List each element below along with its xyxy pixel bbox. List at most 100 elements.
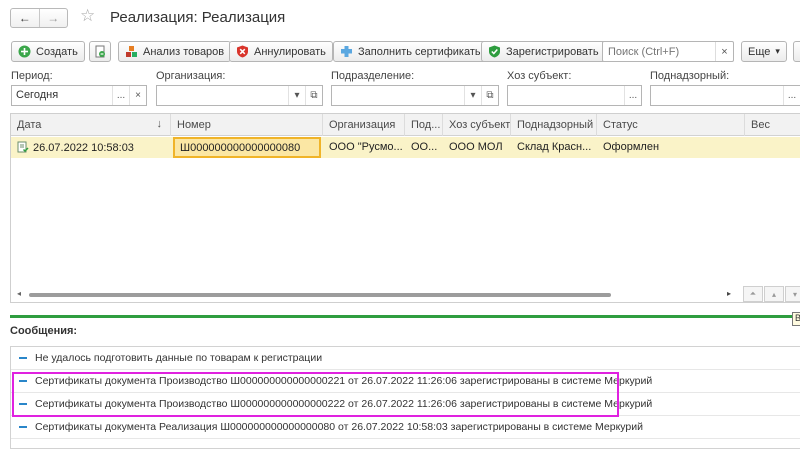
organization-field[interactable]: ▾ ⧉	[156, 85, 323, 106]
copy-document-icon	[94, 45, 107, 58]
period-field[interactable]: Сегодня ... ×	[11, 85, 147, 106]
entity-label: Хоз субъект:	[507, 70, 572, 82]
supervised-value	[651, 86, 783, 105]
annul-button[interactable]: Аннулировать	[229, 41, 333, 62]
message-dash-icon	[19, 403, 27, 405]
register-label: Зарегистрировать	[506, 45, 599, 58]
column-header-organization[interactable]: Организация	[323, 114, 405, 136]
scroll-first-button[interactable]: ⏶	[743, 286, 763, 302]
supervised-label: Поднадзорный:	[650, 70, 730, 82]
supervised-field[interactable]: ...	[650, 85, 800, 106]
more-button[interactable]: Еще ▾	[741, 41, 787, 62]
message-item[interactable]: Сертификаты документа Производство Ш0000…	[11, 370, 800, 393]
toolbar: Создать Анализ товаров Аннулировать Запо…	[0, 41, 800, 63]
cell-weight[interactable]	[745, 137, 800, 158]
search-field[interactable]: ×	[602, 41, 734, 62]
boxes-icon	[125, 45, 138, 58]
chevron-up-icon: ▴	[771, 289, 776, 299]
navigation-group: ← →	[10, 8, 68, 28]
row-navigation-buttons: ⏶ ▴ ▾	[743, 286, 800, 302]
page-title: Реализация: Реализация	[110, 9, 286, 26]
message-item[interactable]: Не удалось подготовить данные по товарам…	[11, 347, 800, 370]
cell-department[interactable]: ОО...	[405, 137, 443, 158]
back-button[interactable]: ←	[11, 9, 40, 27]
scroll-up-button[interactable]: ▴	[764, 286, 784, 302]
period-select-button[interactable]: ...	[112, 86, 129, 105]
horizontal-scrollbar[interactable]: ◂ ▸	[15, 289, 737, 300]
column-header-supervised[interactable]: Поднадзорный	[511, 114, 597, 136]
cell-supervised[interactable]: Склад Красн...	[511, 137, 597, 158]
message-text: Сертификаты документа Производство Ш0000…	[35, 375, 653, 387]
message-dash-icon	[19, 357, 27, 359]
scroll-left-icon[interactable]: ◂	[17, 289, 21, 298]
forward-button[interactable]: →	[40, 9, 68, 27]
more-label: Еще	[748, 45, 771, 58]
entity-select-button[interactable]: ...	[624, 86, 641, 105]
messages-title: Сообщения:	[10, 325, 78, 337]
chevron-down-icon: ▾	[775, 46, 780, 56]
search-clear-icon[interactable]: ×	[715, 42, 733, 61]
message-text: Не удалось подготовить данные по товарам…	[35, 352, 323, 364]
cell-entity[interactable]: ООО МОЛ	[443, 137, 511, 158]
message-text: Сертификаты документа Реализация Ш000000…	[35, 421, 643, 433]
message-text: Сертификаты документа Производство Ш0000…	[35, 398, 653, 410]
annul-label: Аннулировать	[254, 45, 326, 58]
shield-check-icon	[488, 45, 501, 58]
column-header-date[interactable]: Дата ↓	[11, 114, 171, 136]
department-field[interactable]: ▾ ⧉	[331, 85, 499, 106]
column-header-entity[interactable]: Хоз субъект	[443, 114, 511, 136]
entity-field[interactable]: ...	[507, 85, 642, 106]
message-item[interactable]: Сертификаты документа Производство Ш0000…	[11, 393, 800, 416]
column-header-status[interactable]: Статус	[597, 114, 745, 136]
document-posted-icon	[17, 141, 29, 153]
organization-dropdown-icon[interactable]: ▾	[288, 86, 305, 105]
cell-status[interactable]: Оформлен	[597, 137, 745, 158]
analysis-label: Анализ товаров	[143, 45, 225, 58]
title-bar: ← → ☆ Реализация: Реализация	[0, 0, 800, 36]
column-header-number[interactable]: Номер	[171, 114, 323, 136]
chevron-first-icon: ⏶	[749, 289, 757, 298]
column-header-department[interactable]: Под...	[405, 114, 443, 136]
department-label: Подразделение:	[331, 70, 415, 82]
department-dropdown-icon[interactable]: ▾	[464, 86, 481, 105]
scroll-right-icon[interactable]: ▸	[727, 289, 731, 298]
scroll-down-button[interactable]: ▾	[785, 286, 800, 302]
chevron-down-icon: ▾	[792, 289, 797, 299]
supervised-select-button[interactable]: ...	[783, 86, 800, 105]
department-value	[332, 86, 464, 105]
department-open-icon[interactable]: ⧉	[481, 86, 498, 105]
tooltip-fragment: В	[792, 312, 800, 326]
organization-value	[157, 86, 288, 105]
register-button[interactable]: Зарегистрировать	[481, 41, 606, 62]
filter-panel: Период: Сегодня ... × Организация: ▾ ⧉ П…	[0, 70, 800, 110]
table-row[interactable]: 26.07.2022 10:58:03 Ш000000000000000080 …	[11, 137, 800, 158]
fill-certificates-button[interactable]: Заполнить сертификаты	[333, 41, 490, 62]
period-value: Сегодня	[16, 89, 59, 101]
plus-circle-icon	[18, 45, 31, 58]
entity-value	[508, 86, 624, 105]
create-label: Создать	[36, 45, 78, 58]
copy-button[interactable]	[89, 41, 111, 62]
period-label: Период:	[11, 70, 53, 82]
period-clear-icon[interactable]: ×	[129, 86, 146, 105]
help-button[interactable]	[793, 41, 800, 62]
puzzle-icon	[340, 45, 353, 58]
fill-certificates-label: Заполнить сертификаты	[358, 45, 483, 58]
cell-organization[interactable]: ООО "Русмо...	[323, 137, 405, 158]
documents-table[interactable]: Дата ↓ Номер Организация Под... Хоз субъ…	[10, 113, 800, 303]
scrollbar-thumb[interactable]	[29, 293, 611, 297]
message-dash-icon	[19, 380, 27, 382]
message-dash-icon	[19, 426, 27, 428]
organization-open-icon[interactable]: ⧉	[305, 86, 322, 105]
cell-number[interactable]: Ш000000000000000080	[173, 137, 321, 158]
star-icon[interactable]: ☆	[80, 6, 95, 26]
search-input[interactable]	[603, 42, 715, 61]
analysis-button[interactable]: Анализ товаров	[118, 41, 232, 62]
table-header: Дата ↓ Номер Организация Под... Хоз субъ…	[11, 114, 800, 136]
shield-cancel-icon	[236, 45, 249, 58]
create-button[interactable]: Создать	[11, 41, 85, 62]
panel-splitter[interactable]	[10, 315, 800, 318]
message-item[interactable]: Сертификаты документа Реализация Ш000000…	[11, 416, 800, 439]
column-header-weight[interactable]: Вес	[745, 114, 800, 136]
cell-date[interactable]: 26.07.2022 10:58:03	[11, 137, 171, 158]
